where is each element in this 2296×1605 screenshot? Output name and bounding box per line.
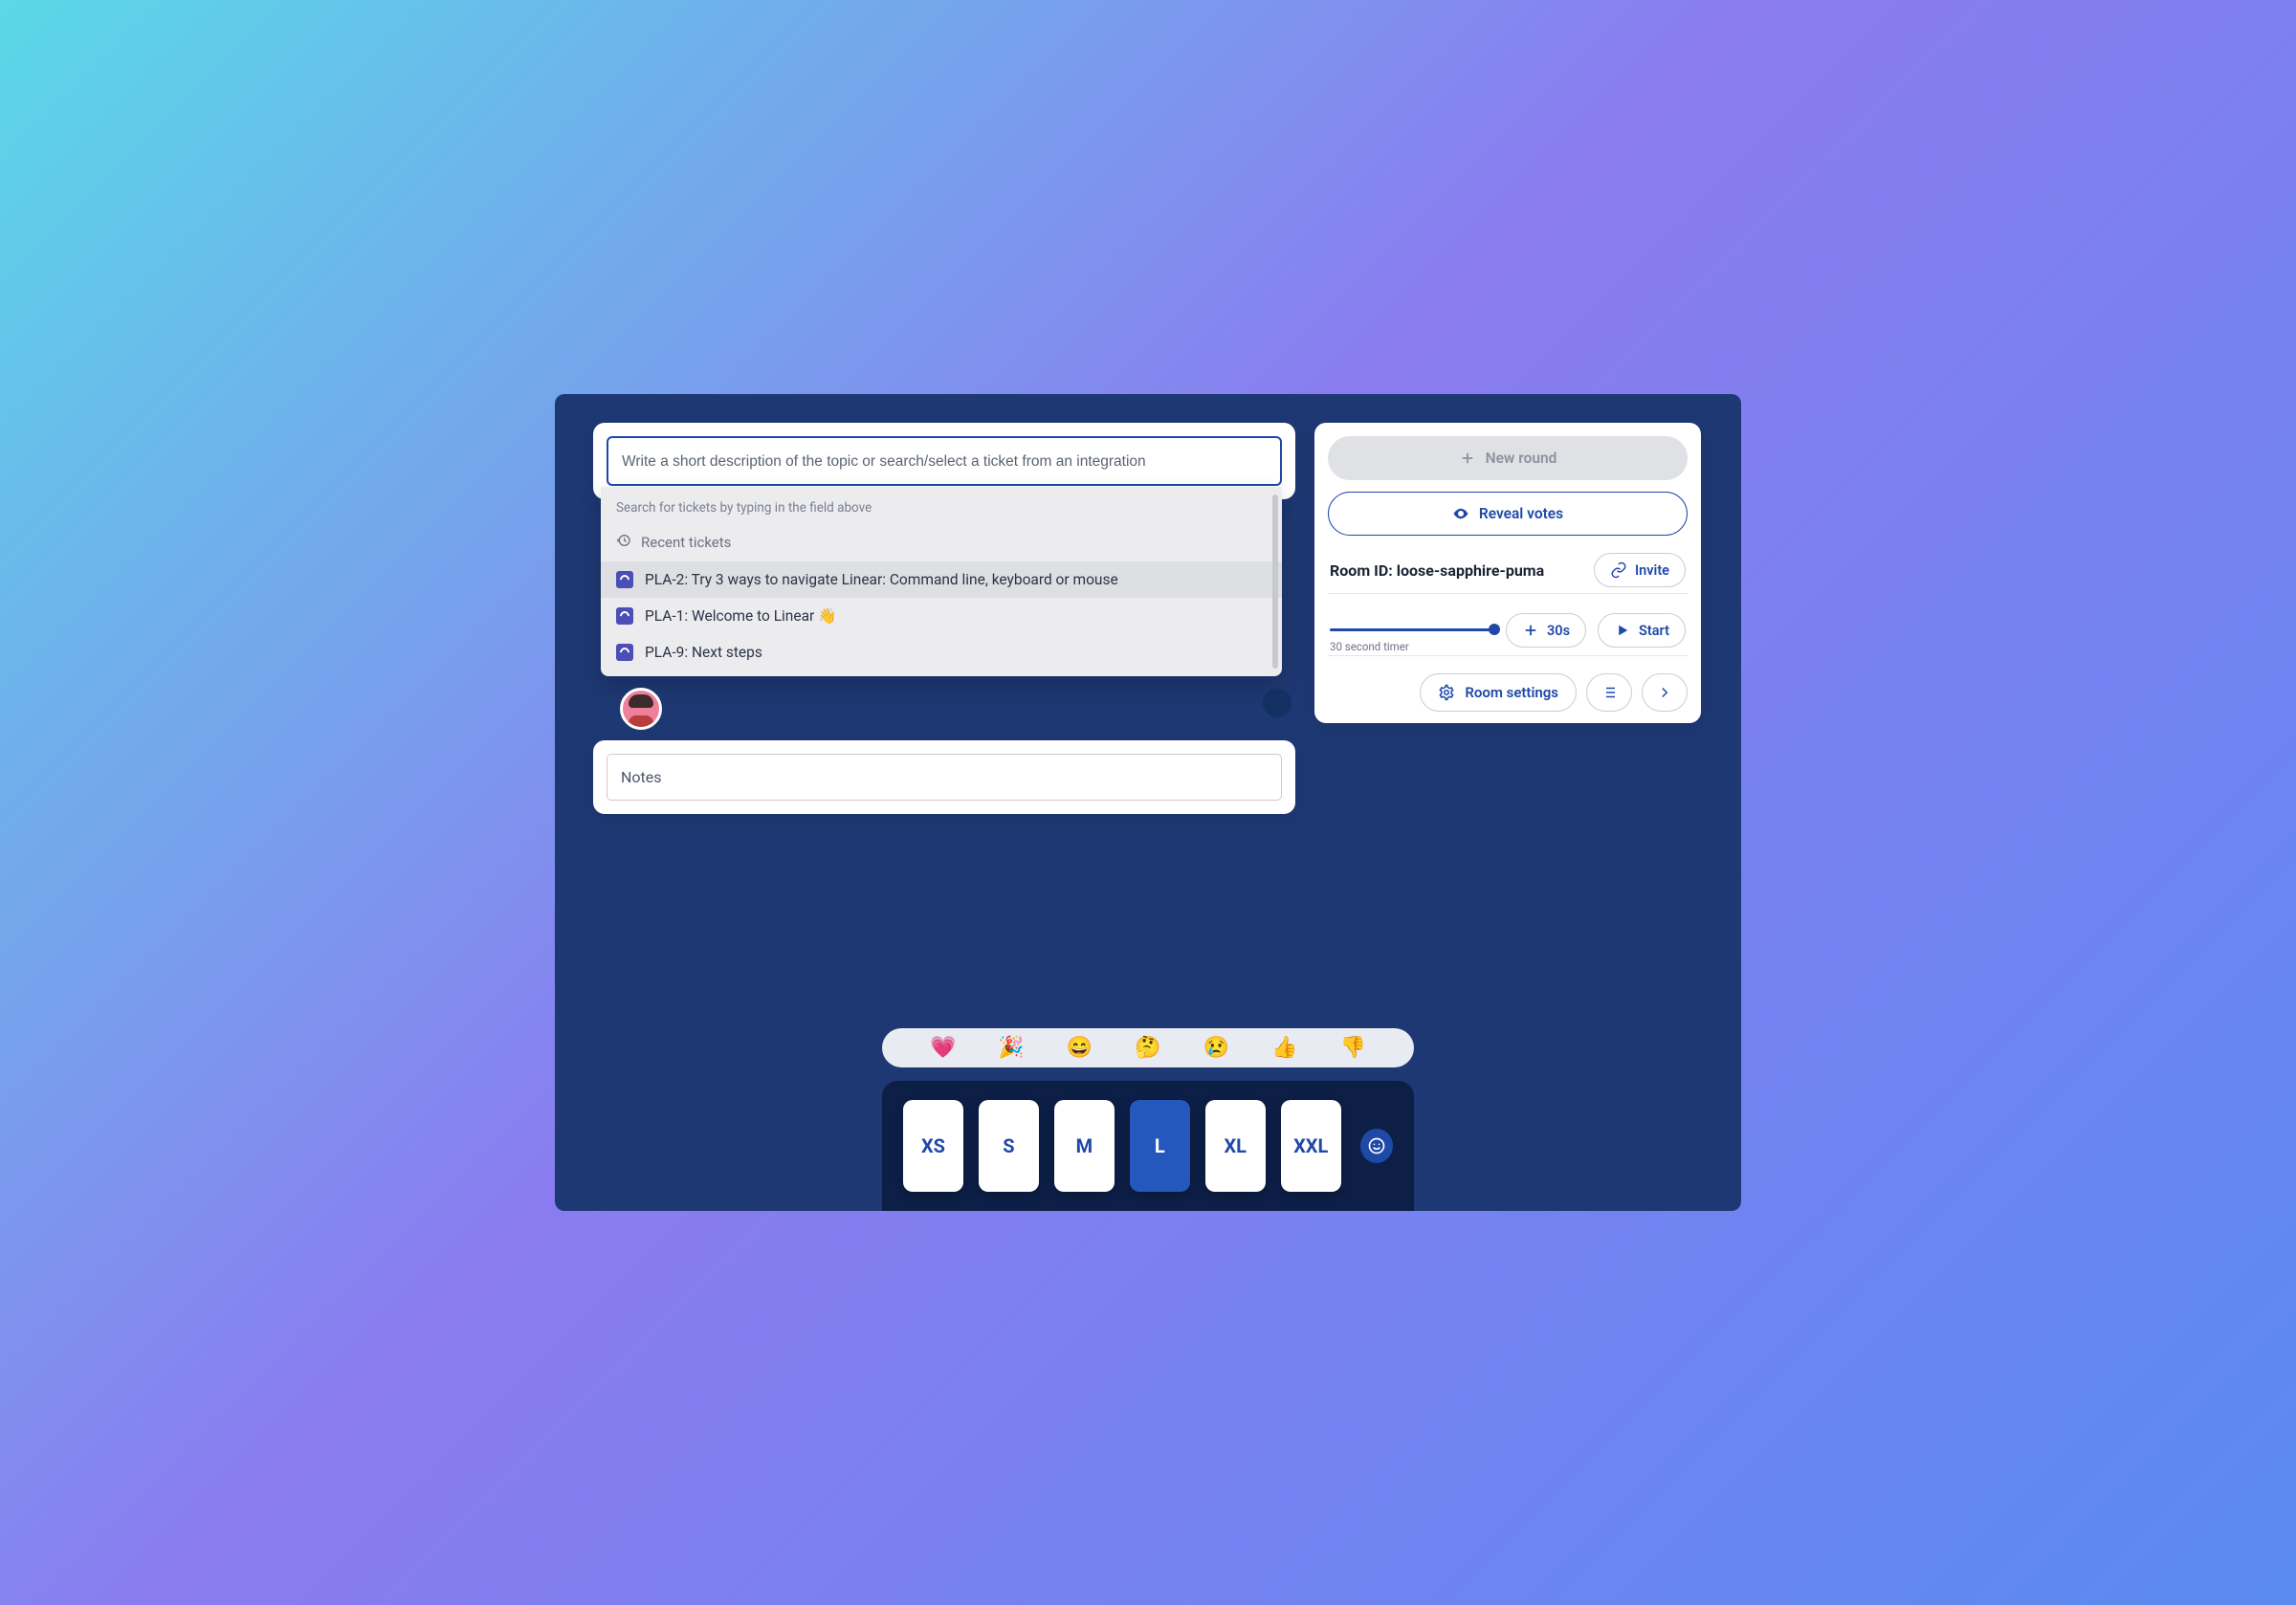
ticket-label: PLA-9: Next steps: [645, 644, 762, 661]
new-round-button[interactable]: New round: [1328, 436, 1688, 480]
vote-card-xl[interactable]: XL: [1205, 1100, 1266, 1192]
dropdown-hint: Search for tickets by typing in the fiel…: [601, 487, 1282, 525]
room-row: Room ID: loose-sapphire-puma Invite: [1328, 536, 1688, 593]
link-icon: [1610, 561, 1627, 579]
recent-tickets-header: Recent tickets: [601, 525, 1282, 561]
recent-tickets-label: Recent tickets: [641, 534, 731, 551]
emoji-thumbsdown[interactable]: 👎: [1340, 1036, 1366, 1060]
list-icon: [1601, 684, 1618, 701]
invite-label: Invite: [1635, 562, 1669, 579]
emoji-smile[interactable]: 😄: [1067, 1036, 1093, 1060]
topic-input-wrap: [607, 436, 1282, 486]
emoji-think[interactable]: 🤔: [1135, 1036, 1160, 1060]
history-icon: [616, 533, 631, 552]
topic-input[interactable]: [622, 453, 1267, 471]
linear-icon: [616, 571, 633, 588]
emoji-toggle-button[interactable]: [1360, 1129, 1393, 1163]
room-settings-label: Room settings: [1465, 684, 1558, 701]
ticket-item[interactable]: PLA-9: Next steps: [601, 634, 1282, 671]
timer-label: 30 second timer: [1330, 640, 1409, 653]
ticket-label: PLA-2: Try 3 ways to navigate Linear: Co…: [645, 571, 1118, 588]
add-30s-button[interactable]: 30s: [1506, 613, 1586, 648]
linear-icon: [616, 644, 633, 661]
gear-icon: [1438, 684, 1455, 701]
list-button[interactable]: [1586, 673, 1632, 712]
linear-icon: [616, 607, 633, 625]
ticket-item[interactable]: PLA-1: Welcome to Linear 👋: [601, 598, 1282, 634]
vote-card-m[interactable]: M: [1054, 1100, 1115, 1192]
ticket-dropdown: Search for tickets by typing in the fiel…: [601, 487, 1282, 676]
chevron-right-icon: [1656, 684, 1673, 701]
notes-card: Notes: [593, 740, 1295, 814]
emoji-party[interactable]: 🎉: [998, 1036, 1024, 1060]
timer-slider[interactable]: 30 second timer: [1330, 619, 1494, 642]
reveal-votes-label: Reveal votes: [1479, 505, 1563, 522]
notes-input[interactable]: Notes: [607, 754, 1282, 801]
start-label: Start: [1639, 623, 1669, 639]
avatar: [620, 688, 662, 730]
vote-card-xxl[interactable]: XXL: [1281, 1100, 1341, 1192]
plus-icon: [1522, 622, 1539, 639]
plus-icon: [1459, 450, 1476, 467]
player-token: [1263, 689, 1292, 717]
smile-icon: [1367, 1136, 1386, 1155]
start-timer-button[interactable]: Start: [1598, 613, 1686, 648]
controls-sidebar: New round Reveal votes Room ID: loose-sa…: [1314, 423, 1701, 723]
emoji-thumbsup[interactable]: 👍: [1271, 1036, 1297, 1060]
vote-card-deck: XS S M L XL XXL: [882, 1081, 1414, 1211]
vote-card-xs[interactable]: XS: [903, 1100, 963, 1192]
invite-button[interactable]: Invite: [1594, 553, 1686, 587]
expand-button[interactable]: [1642, 673, 1688, 712]
room-settings-button[interactable]: Room settings: [1420, 673, 1577, 712]
ticket-item[interactable]: PLA-2: Try 3 ways to navigate Linear: Co…: [601, 561, 1282, 598]
emoji-cry[interactable]: 😢: [1203, 1036, 1229, 1060]
emoji-strip: 💗 🎉 😄 🤔 😢 👍 👎: [882, 1028, 1414, 1067]
reveal-votes-button[interactable]: Reveal votes: [1328, 492, 1688, 536]
timer-row: 30 second timer 30s Start: [1328, 594, 1688, 655]
new-round-label: New round: [1486, 450, 1557, 467]
ticket-label: PLA-1: Welcome to Linear 👋: [645, 607, 836, 625]
vote-card-l[interactable]: L: [1130, 1100, 1190, 1192]
sidebar-bottom-row: Room settings: [1328, 656, 1688, 712]
add-30s-label: 30s: [1547, 623, 1570, 639]
vote-card-s[interactable]: S: [979, 1100, 1039, 1192]
emoji-heart[interactable]: 💗: [930, 1036, 956, 1060]
room-id: Room ID: loose-sapphire-puma: [1330, 561, 1544, 580]
play-icon: [1614, 622, 1631, 639]
app-stage: Search for tickets by typing in the fiel…: [555, 394, 1741, 1211]
eye-icon: [1452, 505, 1469, 522]
